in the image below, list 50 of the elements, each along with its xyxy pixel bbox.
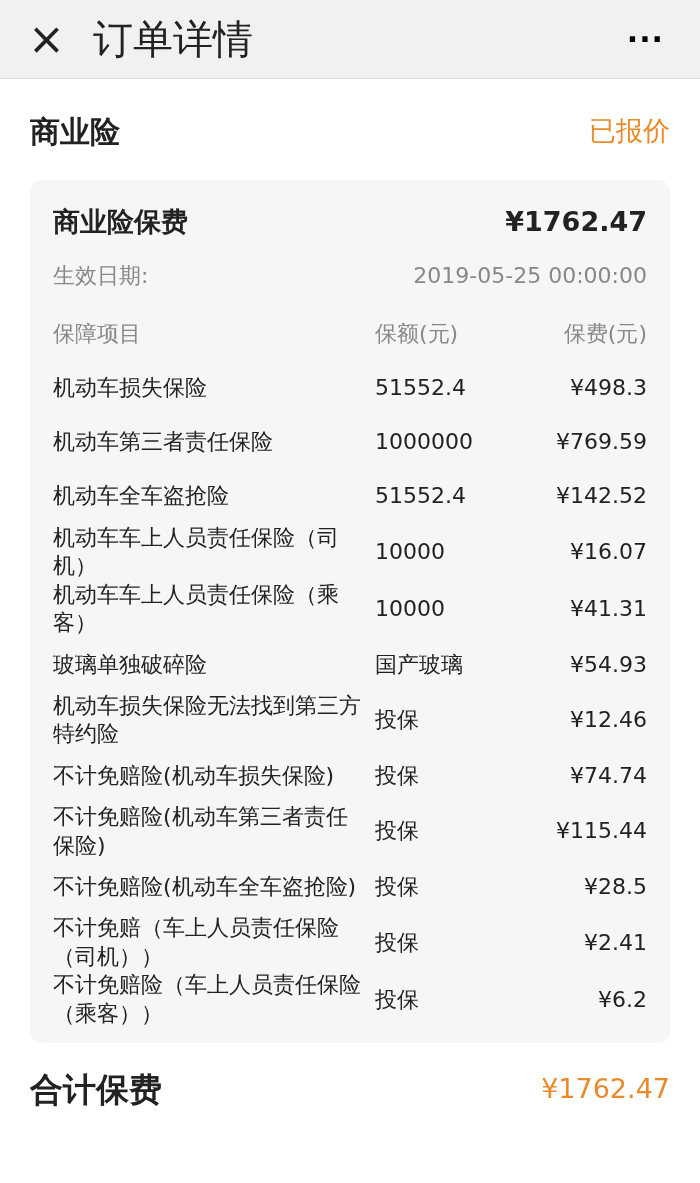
- coverage-amount: 投保: [375, 817, 420, 846]
- coverage-item: 机动车第三者责任保险: [53, 428, 274, 457]
- page-title: 订单详情: [92, 15, 253, 64]
- coverage-amount: 1000000: [375, 428, 474, 457]
- coverage-amount: 10000: [375, 595, 446, 623]
- coverage-amount: 投保: [375, 928, 420, 957]
- column-header: 保额(元): [375, 320, 460, 349]
- premium-amount: ¥54.93: [570, 650, 647, 679]
- coverage-item: 玻璃单独破碎险: [53, 650, 208, 679]
- premium-amount: ¥28.5: [584, 872, 647, 901]
- coverage-amount: 投保: [375, 761, 420, 790]
- coverage-amount: 51552.4: [375, 374, 467, 403]
- total-label: 合计保费: [30, 1068, 162, 1111]
- effective-date: 2019-05-25 00:00:00: [413, 261, 647, 290]
- premium-amount: ¥16.07: [570, 537, 647, 566]
- premium-amount: ¥74.74: [570, 761, 647, 790]
- coverage-item: 机动车损失保险无法找到第三方特约险: [53, 691, 362, 749]
- premium-amount: ¥498.3: [570, 374, 647, 403]
- coverage-item: 机动车损失保险: [53, 374, 208, 403]
- premium-amount: ¥41.31: [570, 595, 647, 623]
- coverage-item: 不计免赔（车上人员责任保险（司机））: [53, 914, 340, 971]
- premium-amount: ¥142.52: [556, 482, 647, 511]
- coverage-amount: 10000: [375, 537, 446, 566]
- premium-amount: ¥12.46: [570, 706, 647, 735]
- premium-total: ¥1762.47: [505, 205, 647, 239]
- coverage-item: 机动车全车盗抢险: [53, 482, 230, 511]
- coverage-amount: 投保: [375, 985, 420, 1014]
- coverage-item: 机动车车上人员责任保险（司机）: [53, 523, 340, 581]
- coverage-item: 不计免赔险(机动车第三者责任保险): [53, 803, 349, 860]
- card-title: 商业险保费: [53, 205, 188, 239]
- coverage-item: 不计免赔险（车上人员责任保险（乘客））: [53, 971, 362, 1029]
- grand-total: ¥1762.47: [541, 1072, 670, 1107]
- quote-status: 已报价: [589, 114, 670, 149]
- coverage-amount: 51552.4: [375, 482, 467, 511]
- coverage-amount: 投保: [375, 706, 420, 735]
- premium-amount: ¥6.2: [598, 985, 647, 1014]
- coverage-item: 机动车车上人员责任保险（乘客）: [53, 580, 340, 638]
- close-button[interactable]: ×: [22, 17, 71, 61]
- more-button[interactable]: ···: [620, 15, 670, 63]
- date-label: 生效日期:: [53, 261, 149, 290]
- coverage-amount: 国产玻璃: [375, 650, 464, 679]
- coverage-amount: 投保: [375, 872, 420, 901]
- column-header: 保障项目: [53, 320, 142, 349]
- section-title: 商业险: [30, 113, 120, 151]
- coverage-item: 不计免赔险(机动车全车盗抢险): [53, 872, 358, 901]
- coverage-item: 不计免赔险(机动车损失保险): [53, 761, 336, 790]
- premium-amount: ¥769.59: [556, 428, 647, 457]
- premium-amount: ¥2.41: [584, 928, 647, 957]
- column-header: 保费(元): [563, 320, 647, 349]
- premium-amount: ¥115.44: [556, 817, 647, 846]
